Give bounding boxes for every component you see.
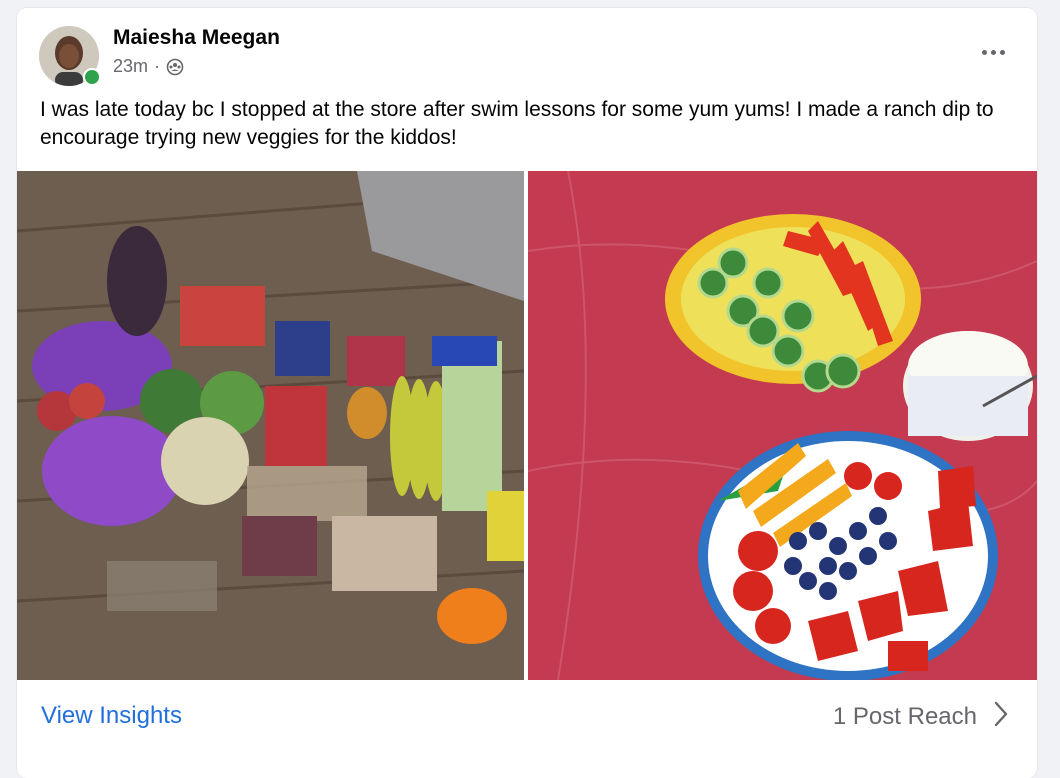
view-insights-link[interactable]: View Insights [41,702,182,730]
photo-plates[interactable] [528,171,1037,680]
post-reach-button[interactable]: 1 Post Reach [833,700,1009,733]
chevron-right-icon [993,700,1009,733]
more-dot [981,49,987,55]
group-audience-icon [166,58,184,76]
more-options-button[interactable] [973,34,1013,70]
post-meta: 23m · [113,56,184,77]
photo-groceries[interactable] [17,171,524,680]
groceries-photo [17,171,524,680]
more-dot [999,49,1005,55]
online-status-indicator [83,68,101,86]
post-timestamp[interactable]: 23m [113,56,148,77]
veggie-fruit-plates-photo [528,171,1037,680]
post-reach-label: 1 Post Reach [832,702,977,730]
more-dot [990,49,996,55]
post-text: I was late today bc I stopped at the sto… [40,98,994,149]
author-name[interactable]: Maiesha Meegan [113,26,280,50]
post-card: Maiesha Meegan 23m · I was late today bc… [17,8,1037,778]
meta-separator: · [154,56,161,76]
